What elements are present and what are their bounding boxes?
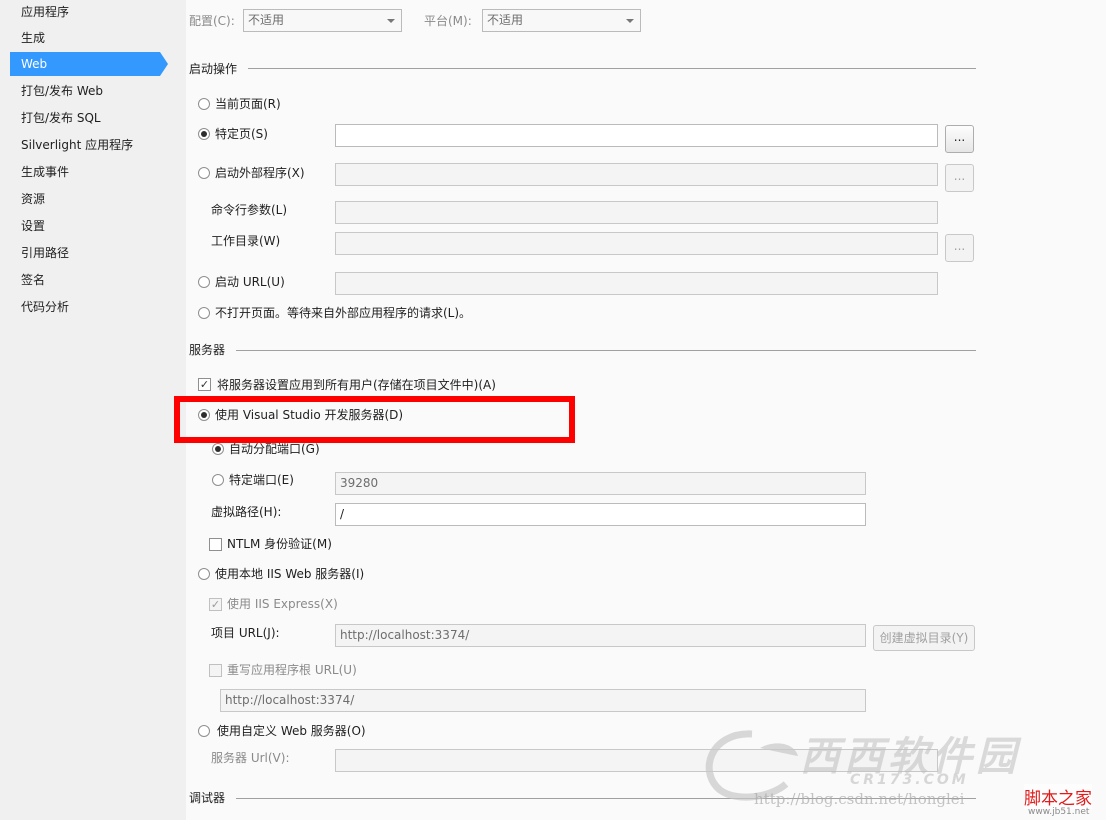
working-dir-label: 工作目录(W) [211,234,281,248]
start-url-radio[interactable] [198,276,210,288]
sidebar: 应用程序 生成 Web 打包/发布 Web 打包/发布 SQL Silverli… [0,0,168,820]
sidebar-item-resources[interactable]: 资源 [10,187,160,211]
ntlm-auth-label: NTLM 身份验证(M) [227,537,332,551]
auto-port-label: 自动分配端口(G) [229,442,320,456]
sidebar-item-silverlight[interactable]: Silverlight 应用程序 [10,133,160,157]
sidebar-item-package-web[interactable]: 打包/发布 Web [10,79,160,103]
iis-express-checkbox[interactable]: ✓ [209,598,222,611]
apply-all-users-label: 将服务器设置应用到所有用户(存储在项目文件中)(A) [217,378,496,392]
specific-page-browse-button[interactable]: ... [945,125,974,153]
local-iis-label: 使用本地 IIS Web 服务器(I) [215,567,365,581]
chevron-down-icon [626,19,634,23]
working-dir-input[interactable] [335,232,938,255]
external-program-browse-button[interactable]: ... [945,164,974,192]
virtual-path-label: 虚拟路径(H): [211,505,282,519]
specific-page-radio[interactable] [198,128,210,140]
config-label: 配置(C): [189,14,235,28]
override-root-url-label: 重写应用程序根 URL(U) [227,663,357,677]
external-program-label: 启动外部程序(X) [215,166,305,180]
project-url-label: 项目 URL(J): [211,626,280,640]
specific-port-input[interactable]: 39280 [335,472,866,495]
sidebar-item-code-analysis[interactable]: 代码分析 [10,295,160,319]
highlight-box [174,396,575,443]
sidebar-item-settings[interactable]: 设置 [10,214,160,238]
iis-express-label: 使用 IIS Express(X) [227,597,338,611]
custom-server-label: 使用自定义 Web 服务器(O) [217,724,366,738]
start-url-input[interactable] [335,272,938,295]
sidebar-item-application[interactable]: 应用程序 [10,0,160,24]
override-url-input[interactable]: http://localhost:3374/ [220,689,866,712]
specific-page-input[interactable] [335,124,938,147]
cmd-args-input[interactable] [335,201,938,224]
chevron-down-icon [387,19,395,23]
specific-page-label: 特定页(S) [215,127,268,141]
start-action-title: 启动操作 [189,62,238,76]
sidebar-item-build-events[interactable]: 生成事件 [10,160,160,184]
virtual-path-input[interactable]: / [335,503,866,526]
platform-label: 平台(M): [424,14,472,28]
section-divider [236,350,976,351]
cmd-args-label: 命令行参数(L) [211,203,288,217]
auto-port-radio[interactable] [212,443,224,455]
sidebar-item-package-sql[interactable]: 打包/发布 SQL [10,106,160,130]
specific-port-radio[interactable] [212,474,224,486]
external-program-input[interactable] [335,163,938,186]
create-vdir-button[interactable]: 创建虚拟目录(Y) [873,625,975,651]
sidebar-item-web[interactable]: Web [10,52,168,76]
platform-combo-value: 不适用 [487,13,524,27]
dont-open-radio[interactable] [198,307,210,319]
specific-port-label: 特定端口(E) [229,473,294,487]
section-divider [248,68,976,69]
platform-combo[interactable]: 不适用 [482,9,641,32]
sidebar-item-signing[interactable]: 签名 [10,268,160,292]
external-program-radio[interactable] [198,167,210,179]
apply-all-users-checkbox[interactable]: ✓ [198,378,211,391]
config-combo-value: 不适用 [248,13,285,27]
servers-title: 服务器 [189,343,226,357]
dont-open-label: 不打开页面。等待来自外部应用程序的请求(L)。 [215,306,472,320]
current-page-label: 当前页面(R) [215,97,281,111]
project-url-input[interactable]: http://localhost:3374/ [335,624,866,647]
ntlm-auth-checkbox[interactable] [209,538,222,551]
sidebar-item-build[interactable]: 生成 [10,26,160,50]
working-dir-browse-button[interactable]: ... [945,234,974,262]
local-iis-radio[interactable] [198,568,210,580]
server-url-input[interactable] [335,749,938,772]
start-url-label: 启动 URL(U) [215,275,285,289]
current-page-radio[interactable] [198,98,210,110]
debuggers-title: 调试器 [189,791,226,805]
server-url-label: 服务器 Url(V): [211,751,290,765]
section-divider [236,798,976,799]
override-root-url-checkbox[interactable] [209,664,222,677]
config-combo[interactable]: 不适用 [243,9,402,32]
custom-server-radio[interactable] [198,725,210,737]
sidebar-item-reference-paths[interactable]: 引用路径 [10,241,160,265]
